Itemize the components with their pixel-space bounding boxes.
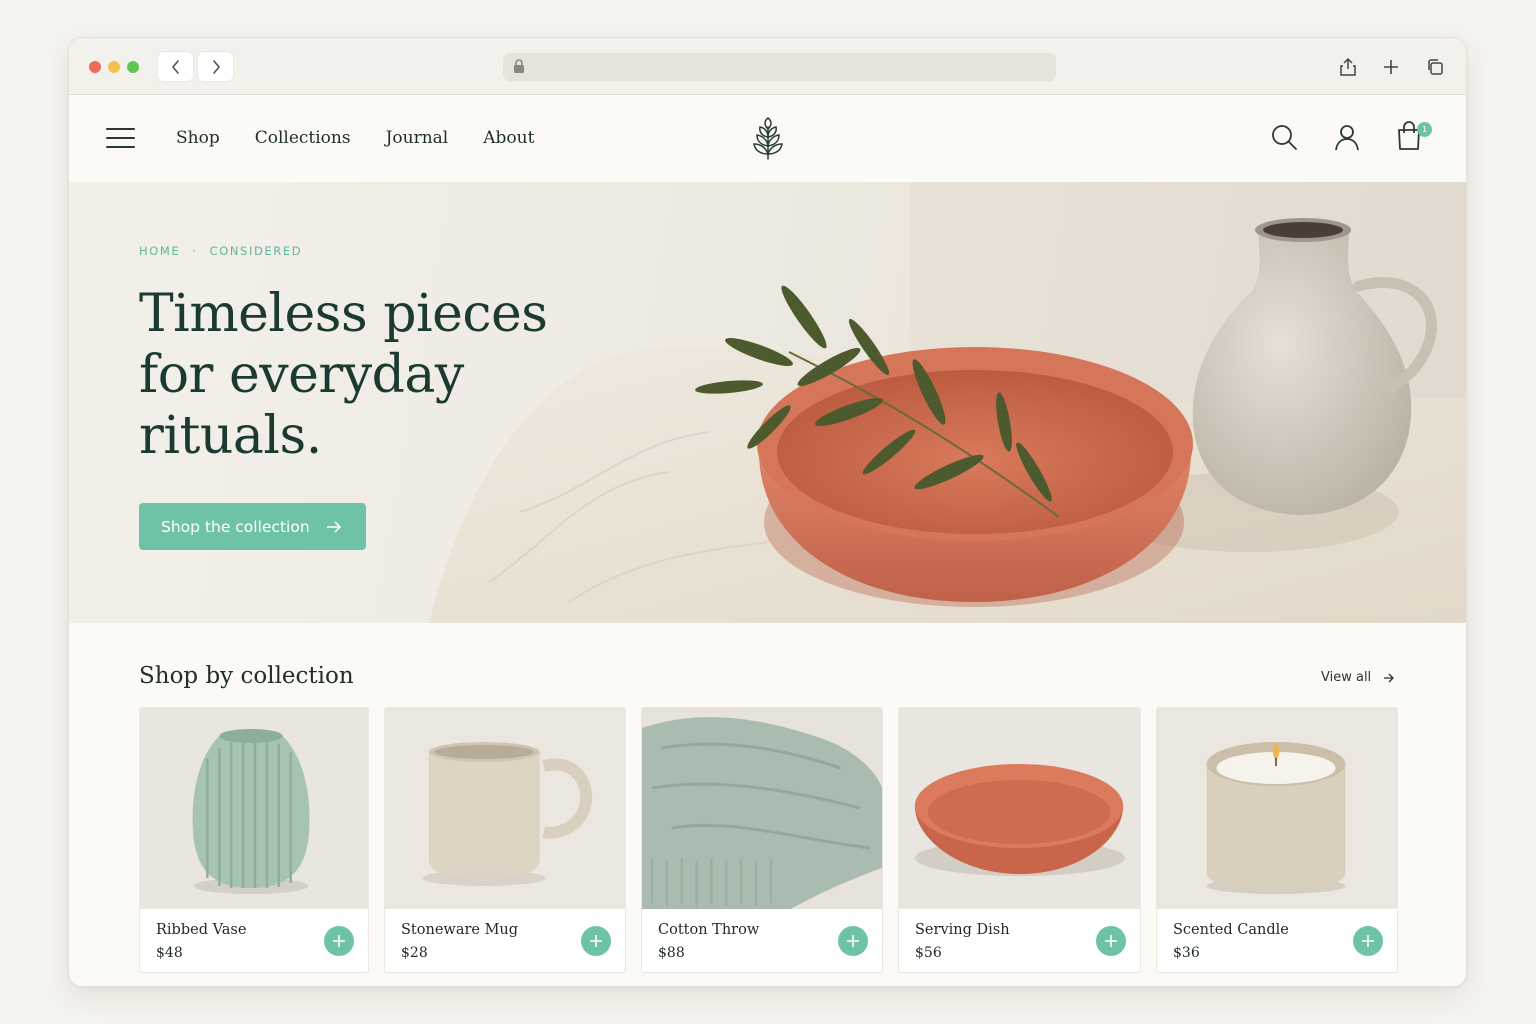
add-to-cart-button[interactable] [838,926,868,956]
add-to-cart-button[interactable] [1353,926,1383,956]
product-name: Ribbed Vase [156,922,247,938]
arrow-right-icon [326,520,341,533]
lock-icon [514,59,524,73]
address-bar[interactable] [503,53,1056,81]
product-image [140,708,368,909]
product-price: $48 [156,945,183,961]
account-button[interactable] [1333,123,1361,155]
plus-icon [1384,60,1398,74]
add-to-cart-button[interactable] [1096,926,1126,956]
leaf-logo-icon[interactable] [747,117,789,161]
plus-icon [1362,935,1374,947]
add-to-cart-button[interactable] [581,926,611,956]
product-image [1157,708,1397,909]
maximize-window-button[interactable] [127,61,139,73]
user-icon [1335,125,1359,151]
share-button[interactable] [1337,56,1359,78]
product-card[interactable]: Serving Dish $56 [898,707,1141,973]
new-tab-button[interactable] [1380,56,1402,78]
view-all-label: View all [1321,670,1372,685]
breadcrumb-home[interactable]: HOME [139,244,180,258]
cta-label: Shop the collection [161,517,310,536]
chevron-left-icon [171,59,179,74]
product-price: $28 [401,945,428,961]
forward-button[interactable] [197,51,234,82]
browser-toolbar [69,38,1466,95]
product-name: Serving Dish [915,922,1010,938]
share-icon [1340,57,1356,76]
tabs-icon [1428,59,1443,75]
back-button[interactable] [157,51,194,82]
search-icon [1272,125,1297,150]
product-name: Scented Candle [1173,922,1289,938]
add-to-cart-button[interactable] [324,926,354,956]
nav-about[interactable]: About [483,128,534,148]
section-title: Shop by collection [139,663,354,689]
breadcrumb-current: CONSIDERED [209,244,303,258]
hamburger-icon [106,128,135,130]
browser-window: Shop Collections Journal About 1 HOME · … [68,37,1467,987]
breadcrumb-separator: · [192,244,198,258]
menu-button[interactable] [106,128,136,150]
product-card[interactable]: Scented Candle $36 [1156,707,1398,973]
tabs-button[interactable] [1424,56,1446,78]
main-nav: Shop Collections Journal About [176,128,534,148]
product-image [899,708,1140,909]
product-price: $56 [915,945,942,961]
cart-count-badge: 1 [1417,122,1432,137]
view-all-link[interactable]: View all [1321,670,1395,685]
arrow-right-icon [1384,673,1395,682]
hero-banner: HOME · CONSIDERED Timeless pieces for ev… [69,182,1466,623]
nav-shop[interactable]: Shop [176,128,220,148]
product-price: $36 [1173,945,1200,961]
product-card[interactable]: Stoneware Mug $28 [384,707,626,973]
chevron-right-icon [212,59,220,74]
plus-icon [1105,935,1117,947]
nav-journal[interactable]: Journal [386,128,449,148]
close-window-button[interactable] [89,61,101,73]
product-image [385,708,625,909]
hero-title: Timeless pieces for everyday rituals. [139,284,548,466]
product-grid: Ribbed Vase $48 Stoneware Mug $28 Cotton… [139,707,1398,973]
shop-collection-button[interactable]: Shop the collection [139,503,366,550]
minimize-window-button[interactable] [108,61,120,73]
plus-icon [847,935,859,947]
product-image [642,708,882,909]
product-card[interactable]: Ribbed Vase $48 [139,707,369,973]
product-name: Cotton Throw [658,922,760,938]
plus-icon [333,935,345,947]
search-button[interactable] [1270,123,1298,155]
product-card[interactable]: Cotton Throw $88 [641,707,883,973]
product-price: $88 [658,945,685,961]
product-name: Stoneware Mug [401,922,519,938]
site-header: Shop Collections Journal About 1 [69,95,1466,182]
breadcrumb: HOME · CONSIDERED [139,244,302,258]
nav-collections[interactable]: Collections [255,128,351,148]
plus-icon [590,935,602,947]
